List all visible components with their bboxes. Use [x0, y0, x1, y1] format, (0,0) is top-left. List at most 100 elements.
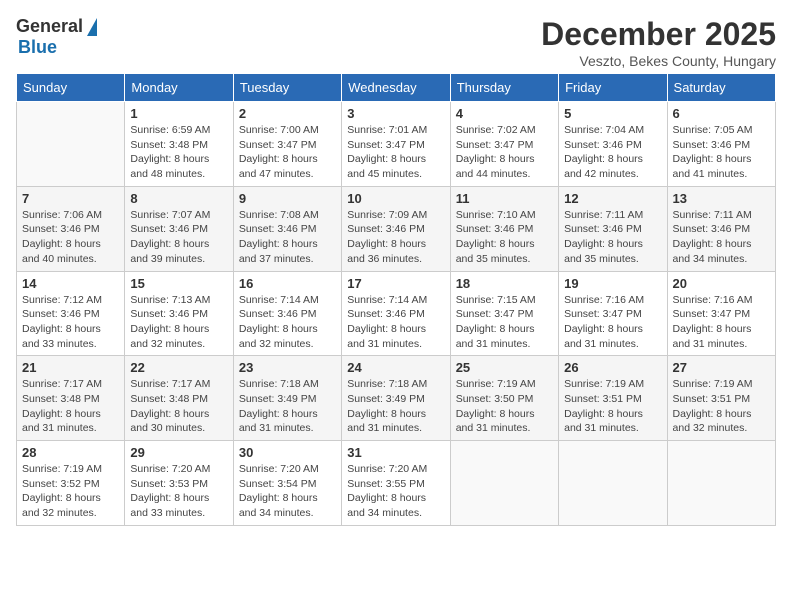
calendar-day-cell: 19Sunrise: 7:16 AMSunset: 3:47 PMDayligh…: [559, 271, 667, 356]
day-info: Sunrise: 7:12 AMSunset: 3:46 PMDaylight:…: [22, 293, 119, 352]
logo: General Blue: [16, 16, 97, 58]
day-number: 7: [22, 191, 119, 206]
day-info: Sunrise: 7:11 AMSunset: 3:46 PMDaylight:…: [673, 208, 770, 267]
calendar-week-row: 7 Sunrise: 7:06 AMSunset: 3:46 PMDaylight…: [17, 186, 776, 271]
calendar-day-cell: [667, 441, 775, 526]
title-block: December 2025 Veszto, Bekes County, Hung…: [541, 16, 776, 69]
day-number: 23: [239, 360, 336, 375]
day-number: 12: [564, 191, 661, 206]
day-info: Sunrise: 7:19 AMSunset: 3:51 PMDaylight:…: [564, 377, 661, 436]
day-info: Sunrise: 7:16 AMSunset: 3:47 PMDaylight:…: [673, 293, 770, 352]
calendar-body: 1 Sunrise: 6:59 AMSunset: 3:48 PMDaylight…: [17, 102, 776, 526]
calendar-day-cell: 20 Sunrise: 7:16 AMSunset: 3:47 PMDayligh…: [667, 271, 775, 356]
calendar-day-cell: 16 Sunrise: 7:14 AMSunset: 3:46 PMDayligh…: [233, 271, 341, 356]
day-number: 14: [22, 276, 119, 291]
calendar-day-cell: 26Sunrise: 7:19 AMSunset: 3:51 PMDayligh…: [559, 356, 667, 441]
day-number: 22: [130, 360, 227, 375]
day-number: 30: [239, 445, 336, 460]
day-info: Sunrise: 7:10 AMSunset: 3:46 PMDaylight:…: [456, 208, 553, 267]
calendar-day-cell: 23 Sunrise: 7:18 AMSunset: 3:49 PMDayligh…: [233, 356, 341, 441]
day-of-week-header: Wednesday: [342, 74, 450, 102]
day-number: 28: [22, 445, 119, 460]
day-number: 1: [130, 106, 227, 121]
day-info: Sunrise: 6:59 AMSunset: 3:48 PMDaylight:…: [130, 123, 227, 182]
day-of-week-header: Sunday: [17, 74, 125, 102]
day-number: 13: [673, 191, 770, 206]
day-number: 11: [456, 191, 553, 206]
calendar-day-cell: 14 Sunrise: 7:12 AMSunset: 3:46 PMDayligh…: [17, 271, 125, 356]
day-info: Sunrise: 7:08 AMSunset: 3:46 PMDaylight:…: [239, 208, 336, 267]
day-info: Sunrise: 7:02 AMSunset: 3:47 PMDaylight:…: [456, 123, 553, 182]
logo-general-text: General: [16, 16, 83, 37]
page-header: General Blue December 2025 Veszto, Bekes…: [16, 16, 776, 69]
day-number: 19: [564, 276, 661, 291]
day-number: 6: [673, 106, 770, 121]
calendar-week-row: 14 Sunrise: 7:12 AMSunset: 3:46 PMDayligh…: [17, 271, 776, 356]
day-of-week-header: Thursday: [450, 74, 558, 102]
calendar-day-cell: 29Sunrise: 7:20 AMSunset: 3:53 PMDayligh…: [125, 441, 233, 526]
day-number: 15: [130, 276, 227, 291]
day-info: Sunrise: 7:00 AMSunset: 3:47 PMDaylight:…: [239, 123, 336, 182]
day-info: Sunrise: 7:18 AMSunset: 3:49 PMDaylight:…: [239, 377, 336, 436]
calendar-day-cell: 22 Sunrise: 7:17 AMSunset: 3:48 PMDayligh…: [125, 356, 233, 441]
calendar-week-row: 1 Sunrise: 6:59 AMSunset: 3:48 PMDaylight…: [17, 102, 776, 187]
day-number: 2: [239, 106, 336, 121]
day-number: 17: [347, 276, 444, 291]
calendar-day-cell: [450, 441, 558, 526]
calendar-header: SundayMondayTuesdayWednesdayThursdayFrid…: [17, 74, 776, 102]
day-info: Sunrise: 7:14 AMSunset: 3:46 PMDaylight:…: [239, 293, 336, 352]
calendar-day-cell: 3Sunrise: 7:01 AMSunset: 3:47 PMDaylight…: [342, 102, 450, 187]
calendar-day-cell: 7 Sunrise: 7:06 AMSunset: 3:46 PMDaylight…: [17, 186, 125, 271]
day-info: Sunrise: 7:17 AMSunset: 3:48 PMDaylight:…: [22, 377, 119, 436]
calendar-day-cell: [559, 441, 667, 526]
day-info: Sunrise: 7:14 AMSunset: 3:46 PMDaylight:…: [347, 293, 444, 352]
day-number: 21: [22, 360, 119, 375]
day-info: Sunrise: 7:05 AMSunset: 3:46 PMDaylight:…: [673, 123, 770, 182]
day-number: 4: [456, 106, 553, 121]
calendar-day-cell: 2 Sunrise: 7:00 AMSunset: 3:47 PMDaylight…: [233, 102, 341, 187]
calendar-day-cell: 27Sunrise: 7:19 AMSunset: 3:51 PMDayligh…: [667, 356, 775, 441]
day-info: Sunrise: 7:20 AMSunset: 3:54 PMDaylight:…: [239, 462, 336, 521]
calendar-week-row: 28 Sunrise: 7:19 AMSunset: 3:52 PMDayligh…: [17, 441, 776, 526]
calendar-day-cell: 17 Sunrise: 7:14 AMSunset: 3:46 PMDayligh…: [342, 271, 450, 356]
calendar-day-cell: 25 Sunrise: 7:19 AMSunset: 3:50 PMDayligh…: [450, 356, 558, 441]
day-number: 24: [347, 360, 444, 375]
calendar-day-cell: 5 Sunrise: 7:04 AMSunset: 3:46 PMDaylight…: [559, 102, 667, 187]
day-number: 25: [456, 360, 553, 375]
day-info: Sunrise: 7:20 AMSunset: 3:53 PMDaylight:…: [130, 462, 227, 521]
day-number: 5: [564, 106, 661, 121]
day-number: 20: [673, 276, 770, 291]
day-number: 16: [239, 276, 336, 291]
day-number: 8: [130, 191, 227, 206]
calendar-day-cell: 21 Sunrise: 7:17 AMSunset: 3:48 PMDayligh…: [17, 356, 125, 441]
location-subtitle: Veszto, Bekes County, Hungary: [541, 53, 776, 69]
day-of-week-header: Tuesday: [233, 74, 341, 102]
day-info: Sunrise: 7:19 AMSunset: 3:52 PMDaylight:…: [22, 462, 119, 521]
calendar-day-cell: 28 Sunrise: 7:19 AMSunset: 3:52 PMDayligh…: [17, 441, 125, 526]
day-info: Sunrise: 7:11 AMSunset: 3:46 PMDaylight:…: [564, 208, 661, 267]
calendar-day-cell: 10Sunrise: 7:09 AMSunset: 3:46 PMDayligh…: [342, 186, 450, 271]
logo-blue-text: Blue: [18, 37, 57, 58]
day-number: 18: [456, 276, 553, 291]
day-info: Sunrise: 7:19 AMSunset: 3:50 PMDaylight:…: [456, 377, 553, 436]
day-info: Sunrise: 7:04 AMSunset: 3:46 PMDaylight:…: [564, 123, 661, 182]
day-number: 3: [347, 106, 444, 121]
day-info: Sunrise: 7:06 AMSunset: 3:46 PMDaylight:…: [22, 208, 119, 267]
calendar-day-cell: 24 Sunrise: 7:18 AMSunset: 3:49 PMDayligh…: [342, 356, 450, 441]
calendar-day-cell: 13 Sunrise: 7:11 AMSunset: 3:46 PMDayligh…: [667, 186, 775, 271]
day-info: Sunrise: 7:07 AMSunset: 3:46 PMDaylight:…: [130, 208, 227, 267]
day-info: Sunrise: 7:17 AMSunset: 3:48 PMDaylight:…: [130, 377, 227, 436]
calendar-day-cell: 8 Sunrise: 7:07 AMSunset: 3:46 PMDaylight…: [125, 186, 233, 271]
days-header-row: SundayMondayTuesdayWednesdayThursdayFrid…: [17, 74, 776, 102]
day-number: 10: [347, 191, 444, 206]
calendar-day-cell: 30 Sunrise: 7:20 AMSunset: 3:54 PMDayligh…: [233, 441, 341, 526]
day-number: 9: [239, 191, 336, 206]
calendar-week-row: 21 Sunrise: 7:17 AMSunset: 3:48 PMDayligh…: [17, 356, 776, 441]
calendar-day-cell: 6 Sunrise: 7:05 AMSunset: 3:46 PMDaylight…: [667, 102, 775, 187]
day-info: Sunrise: 7:18 AMSunset: 3:49 PMDaylight:…: [347, 377, 444, 436]
day-number: 27: [673, 360, 770, 375]
calendar-day-cell: 15Sunrise: 7:13 AMSunset: 3:46 PMDayligh…: [125, 271, 233, 356]
calendar-day-cell: 9 Sunrise: 7:08 AMSunset: 3:46 PMDaylight…: [233, 186, 341, 271]
calendar-day-cell: 1 Sunrise: 6:59 AMSunset: 3:48 PMDaylight…: [125, 102, 233, 187]
day-info: Sunrise: 7:20 AMSunset: 3:55 PMDaylight:…: [347, 462, 444, 521]
